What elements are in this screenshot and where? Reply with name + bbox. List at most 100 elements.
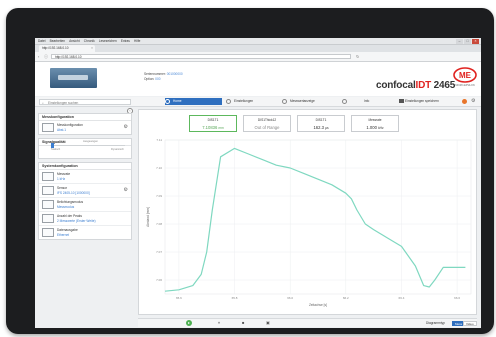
system-item-exposure[interactable]: Belichtungsmodus Messmodus bbox=[39, 198, 131, 212]
save-settings-label: Einstellungen speichern bbox=[405, 99, 439, 103]
menu-item-edit[interactable]: Bearbeiten bbox=[50, 39, 65, 43]
measurement-value: Out of Range bbox=[244, 125, 290, 130]
chart-control-bar: ⏸ ■ ▣ Diagrammtyp Mess Video bbox=[138, 318, 477, 327]
item-value: Abst.1 bbox=[57, 127, 67, 132]
tab-settings-label: Einstellungen bbox=[234, 99, 254, 103]
menu-item-tools[interactable]: Extras bbox=[121, 39, 130, 43]
back-icon[interactable]: ‹ bbox=[38, 54, 39, 59]
value-unit: mm bbox=[218, 126, 224, 130]
item-value: Ethernet bbox=[57, 232, 70, 237]
stop-icon[interactable]: ■ bbox=[242, 319, 244, 327]
menu-item-view[interactable]: Ansicht bbox=[69, 39, 79, 43]
system-item-sensor[interactable]: Sensor IFS 2405-10 [1000000] ⚙ bbox=[39, 184, 131, 198]
gear-icon[interactable]: ⚙ bbox=[471, 98, 475, 105]
device-info: Seriennummer: 001000000 Option: 000 bbox=[144, 72, 183, 82]
measurement-box[interactable]: DIS1Thick12 Out of Range bbox=[243, 115, 291, 132]
x-tick-label: 66.0 bbox=[287, 296, 293, 300]
exposure-icon bbox=[42, 200, 54, 209]
browser-tab[interactable]: http://192.168.0.10 × bbox=[39, 45, 95, 52]
close-icon[interactable]: × bbox=[472, 39, 479, 44]
item-gear-icon[interactable]: ⚙ bbox=[124, 124, 128, 130]
x-tick-label: 66.2 bbox=[343, 296, 349, 300]
measurement-box[interactable]: DIS1T1 7.10836 mm bbox=[189, 115, 237, 132]
pause-icon[interactable]: ⏸ bbox=[218, 319, 220, 327]
tab-settings[interactable]: Einstellungen bbox=[226, 98, 274, 105]
toggle-video[interactable]: Video bbox=[463, 320, 477, 326]
info-icon[interactable]: ⓘ bbox=[44, 54, 48, 60]
system-item-rate[interactable]: Messrate 1 kHz bbox=[39, 170, 131, 184]
play-button[interactable] bbox=[186, 320, 192, 326]
system-item-output[interactable]: Datenausgabe Ethernet bbox=[39, 226, 131, 239]
item-value: IFS 2405-10 [1000000] bbox=[57, 190, 90, 195]
tab-close-icon[interactable]: × bbox=[91, 45, 93, 52]
tab-measurement-view[interactable]: Messwertanzeige bbox=[282, 98, 338, 105]
menu-item-bookmarks[interactable]: Lesezeichen bbox=[99, 39, 117, 43]
settings-tab-icon bbox=[226, 99, 231, 104]
url-input[interactable]: http://192.168.0.10 bbox=[51, 53, 351, 59]
refresh-icon[interactable]: ↻ bbox=[356, 54, 359, 59]
x-tick-label: 66.4 bbox=[399, 296, 405, 300]
y-axis-label: Abstand [mm] bbox=[146, 207, 150, 227]
diagram-type-label: Diagrammtyp bbox=[426, 321, 445, 325]
config-file-icon bbox=[42, 123, 54, 132]
save-settings-button[interactable]: Einstellungen speichern bbox=[399, 98, 439, 105]
search-placeholder: Einstellungen suchen bbox=[48, 100, 79, 105]
peaks-icon bbox=[42, 214, 54, 223]
x-tick-label: 65.8 bbox=[232, 296, 238, 300]
option-label: Option: bbox=[144, 77, 155, 81]
x-tick-label: 65.6 bbox=[176, 296, 182, 300]
rate-icon bbox=[42, 172, 54, 181]
measure-config-item[interactable]: Messkonfiguration Abst.1 ⚙ bbox=[39, 121, 131, 134]
menu-item-history[interactable]: Chronik bbox=[84, 39, 95, 43]
tab-home[interactable]: Home bbox=[165, 98, 222, 105]
distance-chart[interactable]: 7.11 7.10 7.09 7.08 7.07 7.06 65.6 65.8 66.0 66.2… bbox=[141, 134, 476, 314]
panel-system-config: Systemkonfiguration Messrate 1 kHz Senso… bbox=[38, 162, 132, 240]
minimize-icon[interactable]: – bbox=[456, 39, 463, 44]
item-gear-icon[interactable]: ⚙ bbox=[124, 187, 128, 193]
settings-search-input[interactable]: ⌕ Einstellungen suchen bbox=[39, 98, 131, 105]
y-tick-label: 7.10 bbox=[156, 166, 162, 170]
menu-item-help[interactable]: Hilfe bbox=[134, 39, 140, 43]
search-icon: ⌕ bbox=[42, 100, 44, 105]
micro-epsilon-logo: ME MICRO-EPSILON bbox=[453, 67, 477, 89]
measurement-value: 7.10836 mm bbox=[190, 125, 236, 130]
value-text: 7.10836 bbox=[202, 125, 218, 130]
tab-info[interactable]: Info bbox=[342, 98, 382, 105]
logo-text: MICRO-EPSILON bbox=[455, 84, 475, 87]
serial-label: Seriennummer: bbox=[144, 72, 166, 76]
maximize-icon[interactable]: □ bbox=[464, 39, 471, 44]
address-bar: ‹ ⓘ http://192.168.0.10 ↻ bbox=[35, 52, 481, 62]
item-value: 2 Messwerte (Erster Weite) bbox=[57, 218, 96, 223]
item-label: Datenausgabe bbox=[57, 228, 78, 232]
measurement-box[interactable]: Messrate 1.000 kHz bbox=[351, 115, 399, 132]
item-value: Messmodus bbox=[57, 204, 75, 209]
app-header: Seriennummer: 001000000 Option: 000 conf… bbox=[35, 62, 481, 96]
measurement-box[interactable]: DIS1T1 162.3 µs bbox=[297, 115, 345, 132]
measurement-value: 162.3 µs bbox=[298, 125, 344, 130]
y-tick-label: 7.09 bbox=[156, 194, 162, 198]
y-tick-label: 7.07 bbox=[156, 250, 162, 254]
item-label: Anzahl der Peaks bbox=[57, 214, 82, 218]
product-model: 2465 bbox=[431, 80, 456, 91]
tablet-frame: Datei Bearbeiten Ansicht Chronik Lesezei… bbox=[6, 8, 494, 334]
measurement-value: 1.000 kHz bbox=[352, 125, 398, 130]
sensor-icon bbox=[42, 186, 54, 195]
slider-left-label: Statisch bbox=[51, 148, 61, 151]
system-item-peaks[interactable]: Anzahl der Peaks 2 Messwerte (Erster Wei… bbox=[39, 212, 131, 226]
signal-quality-slider[interactable]: Ausgewogen Statisch Dynamisch bbox=[43, 140, 127, 151]
sidebar: ‹ Messkonfiguration Messkonfiguration Ab… bbox=[38, 108, 134, 315]
window-controls: – □ × bbox=[455, 38, 479, 44]
y-tick-label: 7.08 bbox=[156, 222, 162, 226]
menu-item-file[interactable]: Datei bbox=[38, 39, 45, 43]
save-data-icon[interactable]: ▣ bbox=[266, 319, 270, 327]
value-unit: kHz bbox=[378, 126, 384, 130]
y-tick-label: 7.11 bbox=[156, 138, 162, 142]
x-axis-label: Zeitachse [s] bbox=[309, 303, 327, 307]
product-prefix: confocal bbox=[376, 80, 416, 91]
data-output-icon bbox=[42, 228, 54, 237]
value-text: 162.3 bbox=[313, 125, 324, 130]
value-text: Out of Range bbox=[254, 125, 280, 130]
serial-value: 001000000 bbox=[166, 72, 183, 76]
measurement-icon bbox=[282, 99, 287, 104]
logo-mark-icon: ME bbox=[453, 67, 477, 83]
